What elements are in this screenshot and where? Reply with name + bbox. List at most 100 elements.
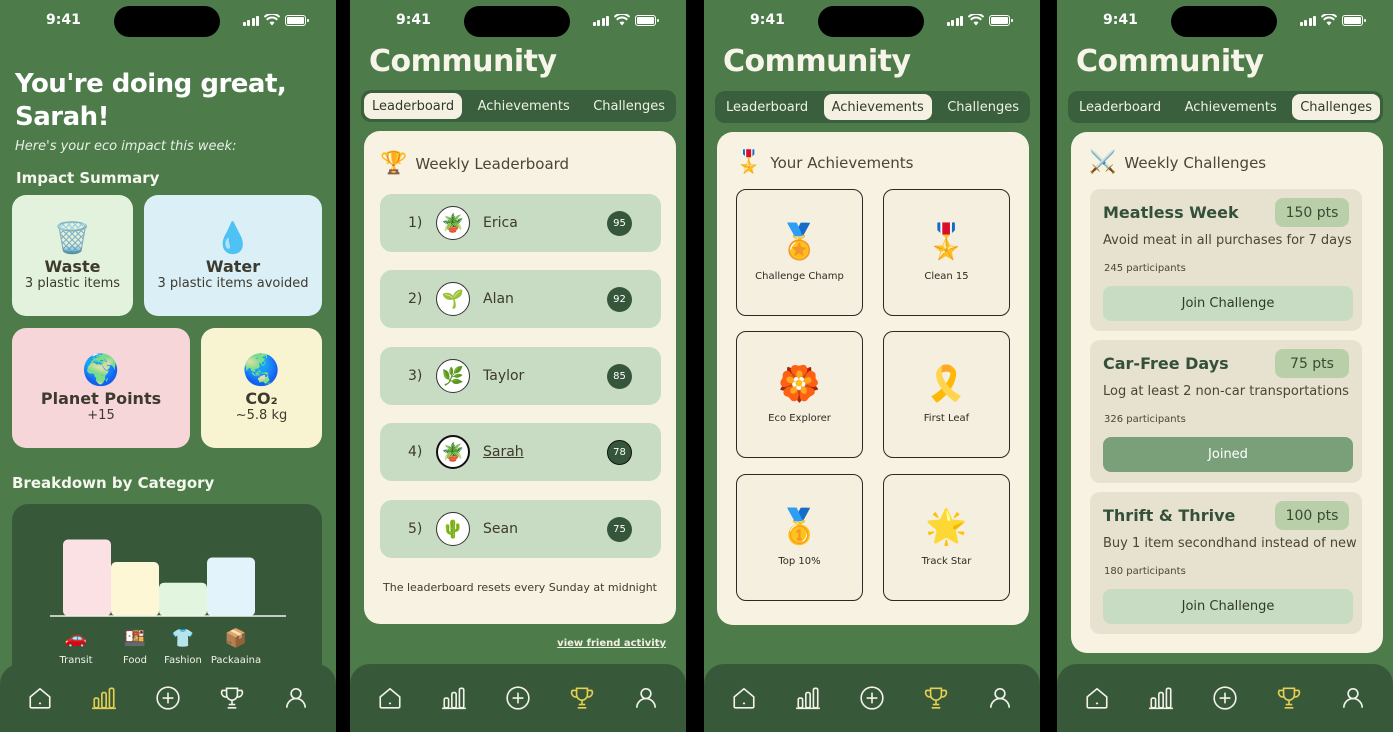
leaderboard-title: Weekly Leaderboard [415, 154, 570, 173]
joined-button[interactable]: Joined [1103, 437, 1353, 472]
challenge-description: Log at least 2 non-car transportations [1103, 384, 1349, 399]
leaderboard-row[interactable]: 5) 🌵 Sean 75 [380, 500, 661, 558]
medal-icon: 🎖️ [735, 150, 763, 175]
badge-icon: 🎗️ [925, 364, 968, 404]
badge-icon: 🎖️ [925, 222, 968, 262]
tab-challenges[interactable]: Challenges [585, 93, 673, 119]
tab-challenges[interactable]: Challenges [1292, 94, 1380, 120]
leaderboard-row[interactable]: 1) 🪴 Erica 95 [380, 194, 661, 252]
achievement-badge[interactable]: 🏵️ Eco Explorer [736, 331, 863, 458]
page-title: Community [369, 44, 557, 79]
dynamic-island [1171, 6, 1277, 37]
rank: 2) [408, 291, 423, 307]
badge-icon: 🏵️ [778, 364, 821, 404]
achievement-badge[interactable]: 🌟 Track Star [883, 474, 1010, 601]
tab-bar [1057, 664, 1393, 732]
leaderboard-row[interactable]: 2) 🌱 Alan 92 [380, 270, 661, 328]
points-badge: 150 pts [1275, 198, 1349, 227]
tab-profile[interactable] [984, 682, 1016, 714]
home-icon [379, 687, 401, 709]
tab-add[interactable] [1209, 682, 1241, 714]
achievement-badge[interactable]: 🏅 Challenge Champ [736, 189, 863, 316]
tab-home[interactable] [374, 682, 406, 714]
tab-community[interactable] [920, 682, 952, 714]
plus-circle-icon [1213, 686, 1237, 710]
leaderboard-row-current-user[interactable]: 4) 🪴 Sarah 78 [380, 423, 661, 481]
plus-circle-icon [156, 686, 180, 710]
community-tabs: Leaderboard Achievements Challenges [715, 91, 1030, 123]
tab-leaderboard[interactable]: Leaderboard [718, 94, 816, 120]
tab-community[interactable] [566, 682, 598, 714]
achievement-badge[interactable]: 🥇 Top 10% [736, 474, 863, 601]
leaderboard-row[interactable]: 3) 🌿 Taylor 85 [380, 347, 661, 405]
challenge-card: Car-Free Days 75 pts Log at least 2 non-… [1090, 340, 1362, 483]
join-challenge-button[interactable]: Join Challenge [1103, 589, 1353, 624]
badge-icon: 🏅 [778, 222, 821, 262]
points-badge: 100 pts [1275, 501, 1349, 530]
score-badge: 78 [607, 439, 632, 465]
tab-stats[interactable] [1145, 682, 1177, 714]
score-badge: 75 [607, 516, 632, 542]
player-name: Alan [483, 291, 514, 307]
badge-icon: 🌟 [925, 507, 968, 547]
status-time: 9:41 [1103, 12, 1138, 28]
card-value: 3 plastic items avoided [157, 275, 309, 291]
tab-home[interactable] [24, 682, 56, 714]
rank: 1) [408, 215, 423, 231]
bar-chart-icon [796, 687, 820, 710]
card-title: CO₂ [245, 389, 278, 408]
achievements-header: 🎖️ Your Achievements [735, 150, 914, 175]
home-icon [733, 687, 755, 709]
signal-icon [946, 15, 963, 26]
water-card[interactable]: 💧 Water 3 plastic items avoided [144, 195, 322, 316]
tab-leaderboard[interactable]: Leaderboard [364, 93, 463, 119]
tab-profile[interactable] [630, 682, 662, 714]
tab-community[interactable] [216, 682, 248, 714]
waste-card[interactable]: 🗑️ Waste 3 plastic items [12, 195, 133, 316]
tab-leaderboard[interactable]: Leaderboard [1071, 94, 1169, 120]
achievement-badge[interactable]: 🎗️ First Leaf [883, 331, 1010, 458]
achievement-badge[interactable]: 🎖️ Clean 15 [883, 189, 1010, 316]
signal-icon [242, 15, 259, 26]
wifi-icon [1321, 14, 1337, 26]
tab-home[interactable] [728, 682, 760, 714]
leaderboard-footer: The leaderboard resets every Sunday at m… [383, 581, 657, 594]
earth-icon: 🌏 [242, 353, 281, 388]
co2-card[interactable]: 🌏 CO₂ ~5.8 kg [201, 328, 322, 448]
bar-chart-icon [92, 687, 116, 710]
tab-home[interactable] [1081, 682, 1113, 714]
badge-label: Clean 15 [924, 271, 969, 282]
tab-profile[interactable] [1337, 682, 1369, 714]
plus-circle-icon [506, 686, 530, 710]
challenge-card: Thrift & Thrive 100 pts Buy 1 item secon… [1090, 492, 1362, 634]
status-bar: 9:41 [1057, 0, 1393, 42]
challenges-title: Weekly Challenges [1124, 153, 1267, 172]
view-friend-activity-link[interactable]: view friend activity [557, 638, 666, 649]
tab-bar [350, 664, 686, 732]
points-badge: 75 pts [1275, 349, 1349, 378]
tab-achievements[interactable]: Achievements [470, 93, 578, 119]
tab-achievements[interactable]: Achievements [1177, 94, 1285, 120]
tab-community[interactable] [1273, 682, 1305, 714]
signal-icon [1299, 15, 1316, 26]
join-challenge-button[interactable]: Join Challenge [1103, 286, 1353, 321]
card-value: +15 [87, 408, 115, 423]
status-time: 9:41 [750, 12, 785, 28]
challenges-screen: 9:41 Community Leaderboard Achievements … [1057, 0, 1393, 732]
planet-points-card[interactable]: 🌍 Planet Points +15 [12, 328, 190, 448]
tab-challenges[interactable]: Challenges [939, 94, 1027, 120]
tab-stats[interactable] [792, 682, 824, 714]
greeting-title: You're doing great, Sarah! [15, 69, 287, 132]
category-icon: 🍱 [124, 628, 146, 649]
tab-profile[interactable] [280, 682, 312, 714]
challenge-description: Buy 1 item secondhand instead of new [1103, 536, 1357, 551]
plus-circle-icon [860, 686, 884, 710]
tab-stats[interactable] [438, 682, 470, 714]
wifi-icon [968, 14, 984, 26]
tab-add[interactable] [152, 682, 184, 714]
challenge-title: Car-Free Days [1103, 354, 1229, 373]
tab-add[interactable] [856, 682, 888, 714]
tab-stats[interactable] [88, 682, 120, 714]
tab-achievements[interactable]: Achievements [823, 94, 932, 120]
tab-add[interactable] [502, 682, 534, 714]
